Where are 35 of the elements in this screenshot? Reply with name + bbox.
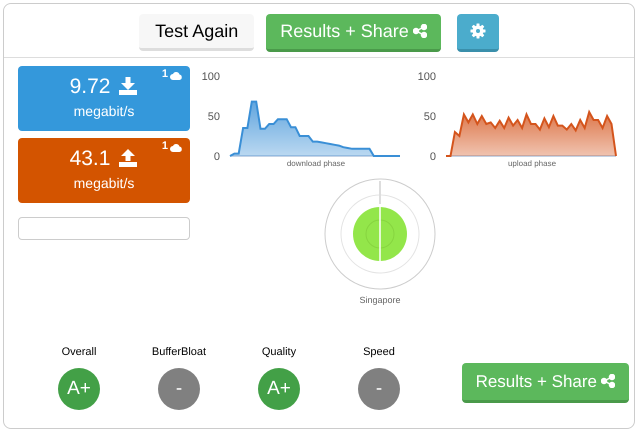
axis-tick-label: 50 xyxy=(208,111,220,123)
axis-tick-label: 0 xyxy=(430,151,436,162)
speed-value: 9.72 xyxy=(70,76,110,96)
server-count-label: 1 xyxy=(162,69,168,80)
axis-tick-label: 100 xyxy=(418,71,436,83)
grade-badge: A+ xyxy=(258,368,300,410)
test-again-button[interactable]: Test Again xyxy=(139,14,254,51)
cloud-icon xyxy=(170,143,182,152)
chart-caption: upload phase xyxy=(508,158,556,170)
settings-icon xyxy=(470,23,486,39)
share-icon xyxy=(601,374,615,388)
speed-value: 43.1 xyxy=(70,148,110,168)
axis-tick-label: 0 xyxy=(214,151,220,162)
server-count-label: 1 xyxy=(162,141,168,152)
settings-button[interactable] xyxy=(456,14,499,52)
grade-badge: - xyxy=(158,368,200,410)
cloud-icon xyxy=(170,71,182,80)
share-icon xyxy=(412,24,427,38)
speed-unit: megabit/s xyxy=(74,174,134,193)
grade-badge: - xyxy=(358,368,400,410)
results-share-button[interactable]: Results + Share xyxy=(462,362,629,403)
grade-label: Speed xyxy=(363,344,395,360)
download-icon xyxy=(118,76,138,96)
grade-label: Quality xyxy=(262,344,296,360)
text-field[interactable] xyxy=(18,217,190,240)
speed-unit: megabit/s xyxy=(74,102,134,121)
axis-tick-label: 50 xyxy=(424,111,436,123)
grade-label: BufferBloat xyxy=(152,344,206,360)
grade-badge: A+ xyxy=(58,368,100,410)
upload-icon xyxy=(118,148,138,168)
grade-label: Overall xyxy=(62,344,96,360)
axis-tick-label: 100 xyxy=(202,71,220,83)
server-location: Singapore xyxy=(359,294,401,307)
chart-caption: download phase xyxy=(286,158,346,170)
results-share-button[interactable]: Results + Share xyxy=(266,14,441,52)
